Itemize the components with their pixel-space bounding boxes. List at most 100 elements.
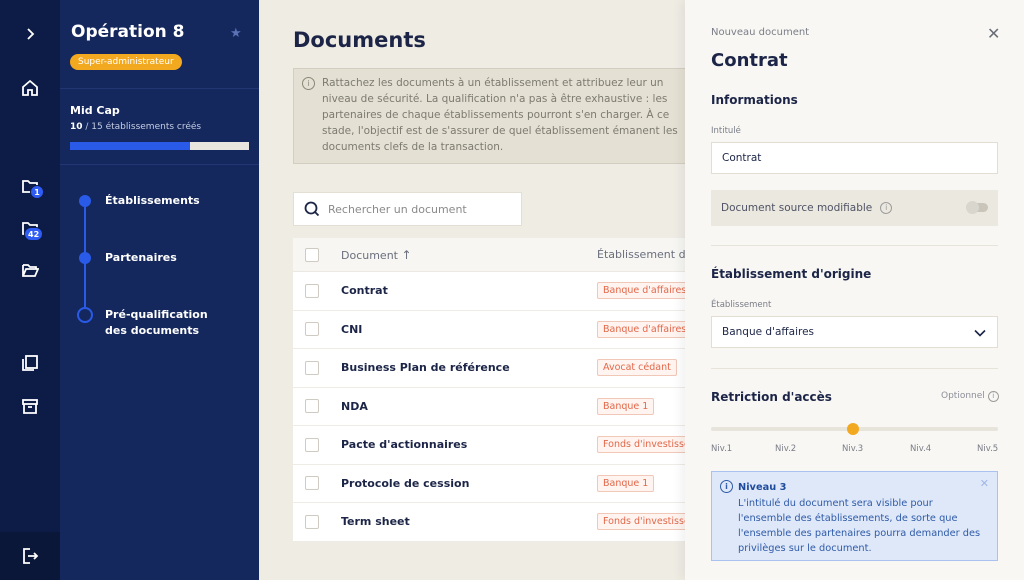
section-informations: Informations xyxy=(711,93,798,107)
etablissement-tag: Fonds d'investisse xyxy=(597,513,696,531)
archive-icon[interactable] xyxy=(18,394,42,418)
notification-badge: 1 xyxy=(30,185,44,199)
info-icon: i xyxy=(302,77,315,90)
table-row[interactable]: NDA Banque 1 xyxy=(293,388,703,426)
etablissement-select[interactable]: Banque d'affaires xyxy=(711,316,998,348)
icon-rail: 1 42 xyxy=(0,0,60,580)
document-name: Protocole de cession xyxy=(341,476,470,490)
level-alert: i ✕ Niveau 3 L'intitulé du document sera… xyxy=(711,471,998,561)
new-document-panel: Nouveau document ✕ Contrat Informations … xyxy=(685,0,1024,580)
help-icon[interactable]: i xyxy=(880,202,893,214)
toggle-label: Document source modifiable xyxy=(721,202,873,214)
operation-panel: Opération 8 ★ Super-administrateur Mid C… xyxy=(60,0,259,580)
help-icon[interactable]: i xyxy=(987,391,999,402)
divider xyxy=(60,164,259,165)
info-box: i Rattachez les documents à un établisse… xyxy=(293,68,703,164)
logout-button[interactable] xyxy=(0,532,60,580)
slider-knob[interactable] xyxy=(847,423,859,435)
documents-main: Documents i Rattachez les documents à un… xyxy=(259,0,703,580)
etablissement-tag: Banque 1 xyxy=(597,474,655,492)
table-row[interactable]: CNI Banque d'affaires xyxy=(293,311,703,349)
etablissement-label: Établissement xyxy=(711,300,772,310)
source-editable-row: Document source modifiable i xyxy=(711,190,998,226)
row-checkbox[interactable] xyxy=(305,437,319,452)
documents-table: Document ↑ Établissement d' Contrat Banqu… xyxy=(293,238,703,542)
select-all-checkbox[interactable] xyxy=(305,247,319,262)
row-checkbox[interactable] xyxy=(305,476,319,491)
sort-up-icon[interactable]: ↑ xyxy=(402,248,412,262)
chevron-down-icon xyxy=(974,329,986,337)
table-row[interactable]: Protocole de cession Banque 1 xyxy=(293,465,703,503)
role-badge: Super-administrateur xyxy=(70,54,182,70)
divider xyxy=(711,368,998,369)
row-checkbox[interactable] xyxy=(305,514,319,529)
intitule-label: Intitulé xyxy=(711,126,741,136)
chevron-right-icon[interactable] xyxy=(18,22,42,46)
row-checkbox[interactable] xyxy=(305,322,319,337)
table-row[interactable]: Term sheet Fonds d'investisse xyxy=(293,503,703,542)
document-name: Pacte d'actionnaires xyxy=(341,438,468,452)
table-row[interactable]: Pacte d'actionnaires Fonds d'investisse xyxy=(293,426,703,465)
etablissement-tag: Fonds d'investisse xyxy=(597,436,696,454)
operation-title: Opération 8 xyxy=(71,22,185,42)
search-icon xyxy=(304,201,320,217)
home-icon[interactable] xyxy=(18,76,42,100)
row-checkbox[interactable] xyxy=(305,399,319,414)
etablissement-tag: Avocat cédant xyxy=(597,359,677,377)
level-label[interactable]: Niv.5 xyxy=(977,444,998,454)
panel-title: Contrat xyxy=(711,50,788,71)
section-access: Retriction d'accès xyxy=(711,390,832,404)
document-name: Contrat xyxy=(341,284,388,298)
table-header: Document ↑ Établissement d' xyxy=(293,238,703,272)
table-row[interactable]: Business Plan de référence Avocat cédant xyxy=(293,349,703,388)
open-folder-icon[interactable] xyxy=(18,258,42,282)
notification-badge: 42 xyxy=(24,227,44,241)
level-label[interactable]: Niv.4 xyxy=(910,444,931,454)
row-checkbox[interactable] xyxy=(305,360,319,375)
column-etablissement[interactable]: Établissement d' xyxy=(597,248,689,261)
row-checkbox[interactable] xyxy=(305,283,319,298)
close-icon[interactable]: ✕ xyxy=(980,476,989,491)
etablissement-tag: Banque 1 xyxy=(597,397,655,415)
document-name: Business Plan de référence xyxy=(341,361,510,375)
document-name: NDA xyxy=(341,399,368,413)
panel-subtitle: Nouveau document xyxy=(711,27,810,38)
alert-text: L'intitulé du document sera visible pour… xyxy=(738,498,981,554)
search-input[interactable]: Rechercher un document xyxy=(293,192,522,226)
etablissement-tag: Banque d'affaires xyxy=(597,282,693,300)
progress-bar xyxy=(70,142,249,150)
document-name: Term sheet xyxy=(341,515,410,529)
intitule-field[interactable]: Contrat xyxy=(711,142,998,174)
access-level-slider[interactable] xyxy=(711,423,998,435)
etablissement-tag: Banque d'affaires xyxy=(597,320,693,338)
section-origin: Établissement d'origine xyxy=(711,267,872,281)
establishment-count: 10 / 15 établissements créés xyxy=(70,122,202,132)
step-dot-done xyxy=(79,252,91,264)
source-editable-toggle[interactable] xyxy=(966,201,988,214)
step-partenaires[interactable]: Partenaires xyxy=(105,250,235,266)
alert-title: Niveau 3 xyxy=(738,482,787,493)
level-label[interactable]: Niv.1 xyxy=(711,444,732,454)
step-etablissements[interactable]: Établissements xyxy=(105,193,235,209)
level-label[interactable]: Niv.3 xyxy=(842,444,863,454)
plan-name: Mid Cap xyxy=(70,104,120,117)
step-dot-current xyxy=(77,307,93,323)
page-title: Documents xyxy=(293,28,426,52)
document-name: CNI xyxy=(341,322,363,336)
copy-documents-icon[interactable] xyxy=(18,351,42,375)
column-document[interactable]: Document ↑ xyxy=(341,248,597,262)
step-dot-done xyxy=(79,195,91,207)
star-icon[interactable]: ★ xyxy=(230,26,242,41)
close-icon[interactable]: ✕ xyxy=(987,24,1000,43)
search-placeholder: Rechercher un document xyxy=(328,202,467,216)
info-text: Rattachez les documents à un établisseme… xyxy=(322,77,678,153)
level-label[interactable]: Niv.2 xyxy=(775,444,796,454)
divider xyxy=(60,88,259,89)
optional-label: Optionnel i xyxy=(941,391,999,402)
logout-icon xyxy=(23,548,39,564)
info-icon: i xyxy=(720,480,733,493)
divider xyxy=(711,245,998,246)
table-row[interactable]: Contrat Banque d'affaires xyxy=(293,272,703,311)
step-prequalification[interactable]: Pré-qualification des documents xyxy=(105,307,225,339)
progress-fill xyxy=(70,142,190,150)
